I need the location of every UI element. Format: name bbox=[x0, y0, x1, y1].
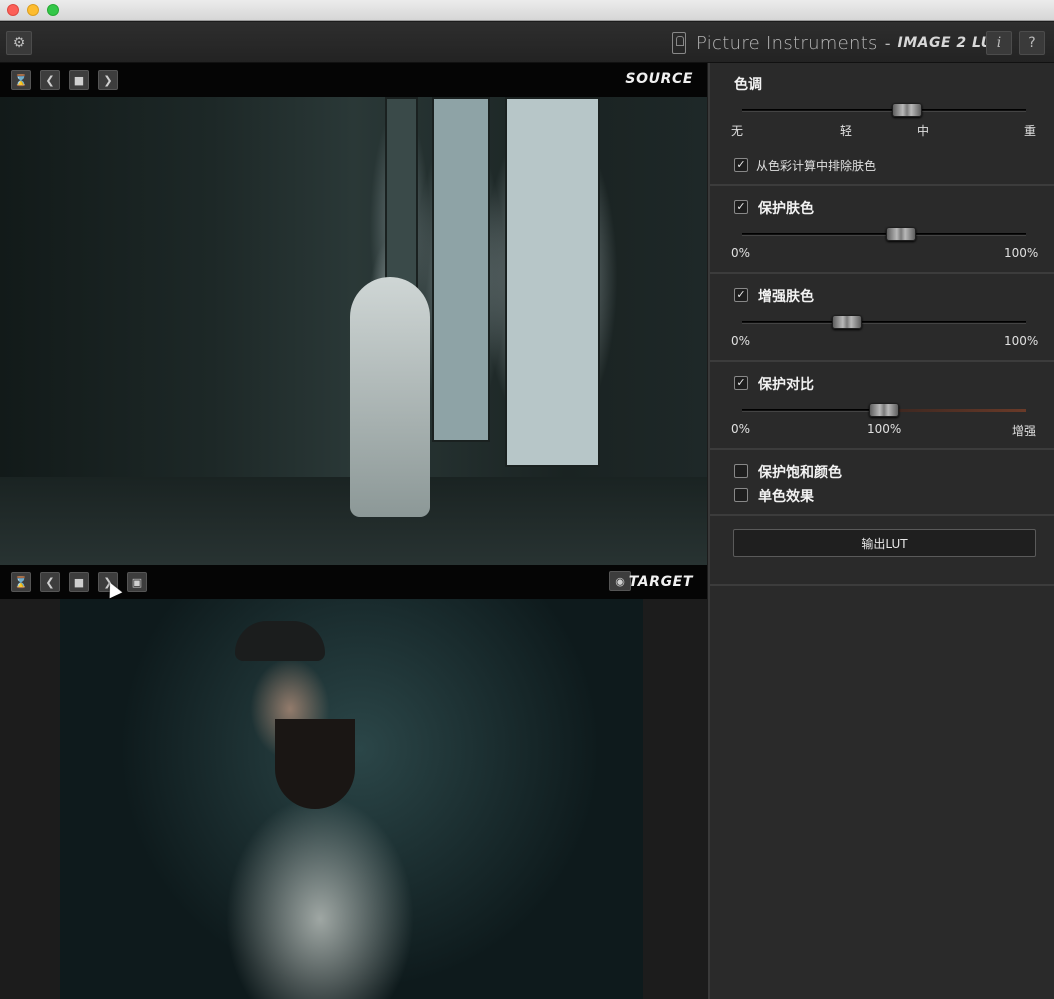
brand-name: Picture Instruments bbox=[696, 32, 878, 54]
source-panel-bar: ⌛ ❮ ■ ❯ SOURCE bbox=[0, 63, 707, 97]
settings-button[interactable]: ⚙ bbox=[6, 31, 32, 55]
protect-contrast-slider-thumb[interactable] bbox=[869, 403, 899, 417]
target-label: TARGET bbox=[628, 574, 693, 590]
source-folder-icon[interactable]: ■ bbox=[69, 70, 89, 90]
check-icon: ✓ bbox=[736, 158, 746, 171]
source-history-icon[interactable]: ⌛ bbox=[11, 70, 31, 90]
check-icon: ✓ bbox=[736, 376, 746, 389]
settings-panel: 色调 无 轻 中 重 ✓ 从色彩计算中排除肤色 ✓ 保护肤色 0% 100% ✓… bbox=[708, 63, 1054, 999]
info-icon: i bbox=[996, 35, 1002, 51]
export-section bbox=[710, 516, 1054, 586]
tone-tick-light: 轻 bbox=[840, 124, 853, 138]
protect-skin-section: ✓ 保护肤色 0% 100% bbox=[710, 186, 1054, 274]
enhance-skin-label: 增强肤色 bbox=[758, 289, 814, 305]
eye-icon[interactable]: ◉ bbox=[609, 571, 631, 591]
check-icon: ✓ bbox=[736, 288, 746, 301]
target-prev-icon[interactable]: ❮ bbox=[40, 572, 60, 592]
protect-contrast-mid: 100% bbox=[867, 422, 902, 436]
protect-contrast-checkbox[interactable]: ✓ bbox=[734, 376, 748, 390]
help-icon: ? bbox=[1028, 35, 1036, 51]
figure bbox=[350, 277, 430, 517]
minimize-window-button[interactable] bbox=[27, 4, 39, 16]
target-image[interactable] bbox=[0, 599, 707, 999]
protect-skin-max: 100% bbox=[1004, 246, 1039, 260]
window-title-bar bbox=[0, 0, 1054, 21]
close-window-button[interactable] bbox=[7, 4, 19, 16]
beard bbox=[275, 719, 355, 809]
target-save-icon[interactable]: ▣ bbox=[127, 572, 147, 592]
protect-skin-slider-thumb[interactable] bbox=[886, 227, 917, 241]
check-icon: ✓ bbox=[736, 200, 746, 213]
protect-saturation-label: 保护饱和颜色 bbox=[758, 465, 842, 481]
enhance-skin-min: 0% bbox=[731, 334, 751, 348]
brand-separator: - bbox=[884, 33, 891, 53]
brand-logo-icon bbox=[672, 32, 686, 54]
source-label: SOURCE bbox=[625, 71, 693, 87]
protect-contrast-label: 保护对比 bbox=[758, 377, 814, 393]
enhance-skin-slider-track[interactable] bbox=[742, 321, 1026, 324]
target-photo-content bbox=[60, 599, 643, 999]
source-next-icon[interactable]: ❯ bbox=[98, 70, 118, 90]
protect-skin-slider-track[interactable] bbox=[742, 233, 1026, 236]
enhance-skin-max: 100% bbox=[1004, 334, 1039, 348]
window-pane bbox=[505, 97, 600, 467]
target-folder-icon[interactable]: ■ bbox=[69, 572, 89, 592]
protect-contrast-max: 增强 bbox=[1012, 424, 1037, 438]
source-prev-icon[interactable]: ❮ bbox=[40, 70, 60, 90]
tone-title: 色调 bbox=[734, 77, 762, 93]
protect-skin-min: 0% bbox=[731, 246, 751, 260]
help-button[interactable]: ? bbox=[1019, 31, 1045, 55]
target-panel-bar: ⌛ ❮ ■ ❯ ▣ ◉ TARGET bbox=[0, 565, 707, 599]
source-image[interactable] bbox=[0, 97, 707, 565]
window-pane bbox=[385, 97, 418, 307]
zoom-window-button[interactable] bbox=[47, 4, 59, 16]
tone-slider-track[interactable] bbox=[742, 109, 1026, 112]
protect-saturation-checkbox[interactable] bbox=[734, 464, 748, 478]
enhance-skin-section: ✓ 增强肤色 0% 100% bbox=[710, 274, 1054, 362]
extra-options-section: 保护饱和颜色 单色效果 bbox=[710, 450, 1054, 516]
tone-section: 色调 无 轻 中 重 ✓ 从色彩计算中排除肤色 bbox=[710, 63, 1054, 186]
window-pane bbox=[432, 97, 490, 442]
mono-checkbox[interactable] bbox=[734, 488, 748, 502]
gear-icon: ⚙ bbox=[12, 35, 26, 51]
tone-slider-thumb[interactable] bbox=[891, 103, 922, 117]
protect-skin-label: 保护肤色 bbox=[758, 201, 814, 217]
mono-label: 单色效果 bbox=[758, 489, 814, 505]
protect-contrast-section: ✓ 保护对比 0% 100% 增强 bbox=[710, 362, 1054, 450]
tone-tick-heavy: 重 bbox=[1024, 124, 1037, 138]
protect-contrast-min: 0% bbox=[731, 422, 751, 436]
target-history-icon[interactable]: ⌛ bbox=[11, 572, 31, 592]
protect-skin-checkbox[interactable]: ✓ bbox=[734, 200, 748, 214]
enhance-skin-checkbox[interactable]: ✓ bbox=[734, 288, 748, 302]
exclude-skin-checkbox[interactable]: ✓ bbox=[734, 158, 748, 172]
tone-tick-none: 无 bbox=[731, 124, 744, 138]
tone-tick-medium: 中 bbox=[917, 124, 930, 138]
contrast-enhance-range bbox=[884, 409, 1026, 412]
brand: Picture Instruments - IMAGE 2 LUT bbox=[672, 31, 1003, 55]
enhance-skin-slider-thumb[interactable] bbox=[832, 315, 863, 329]
hair bbox=[235, 621, 325, 661]
info-button[interactable]: i bbox=[986, 31, 1012, 55]
exclude-skin-label: 从色彩计算中排除肤色 bbox=[756, 159, 877, 173]
